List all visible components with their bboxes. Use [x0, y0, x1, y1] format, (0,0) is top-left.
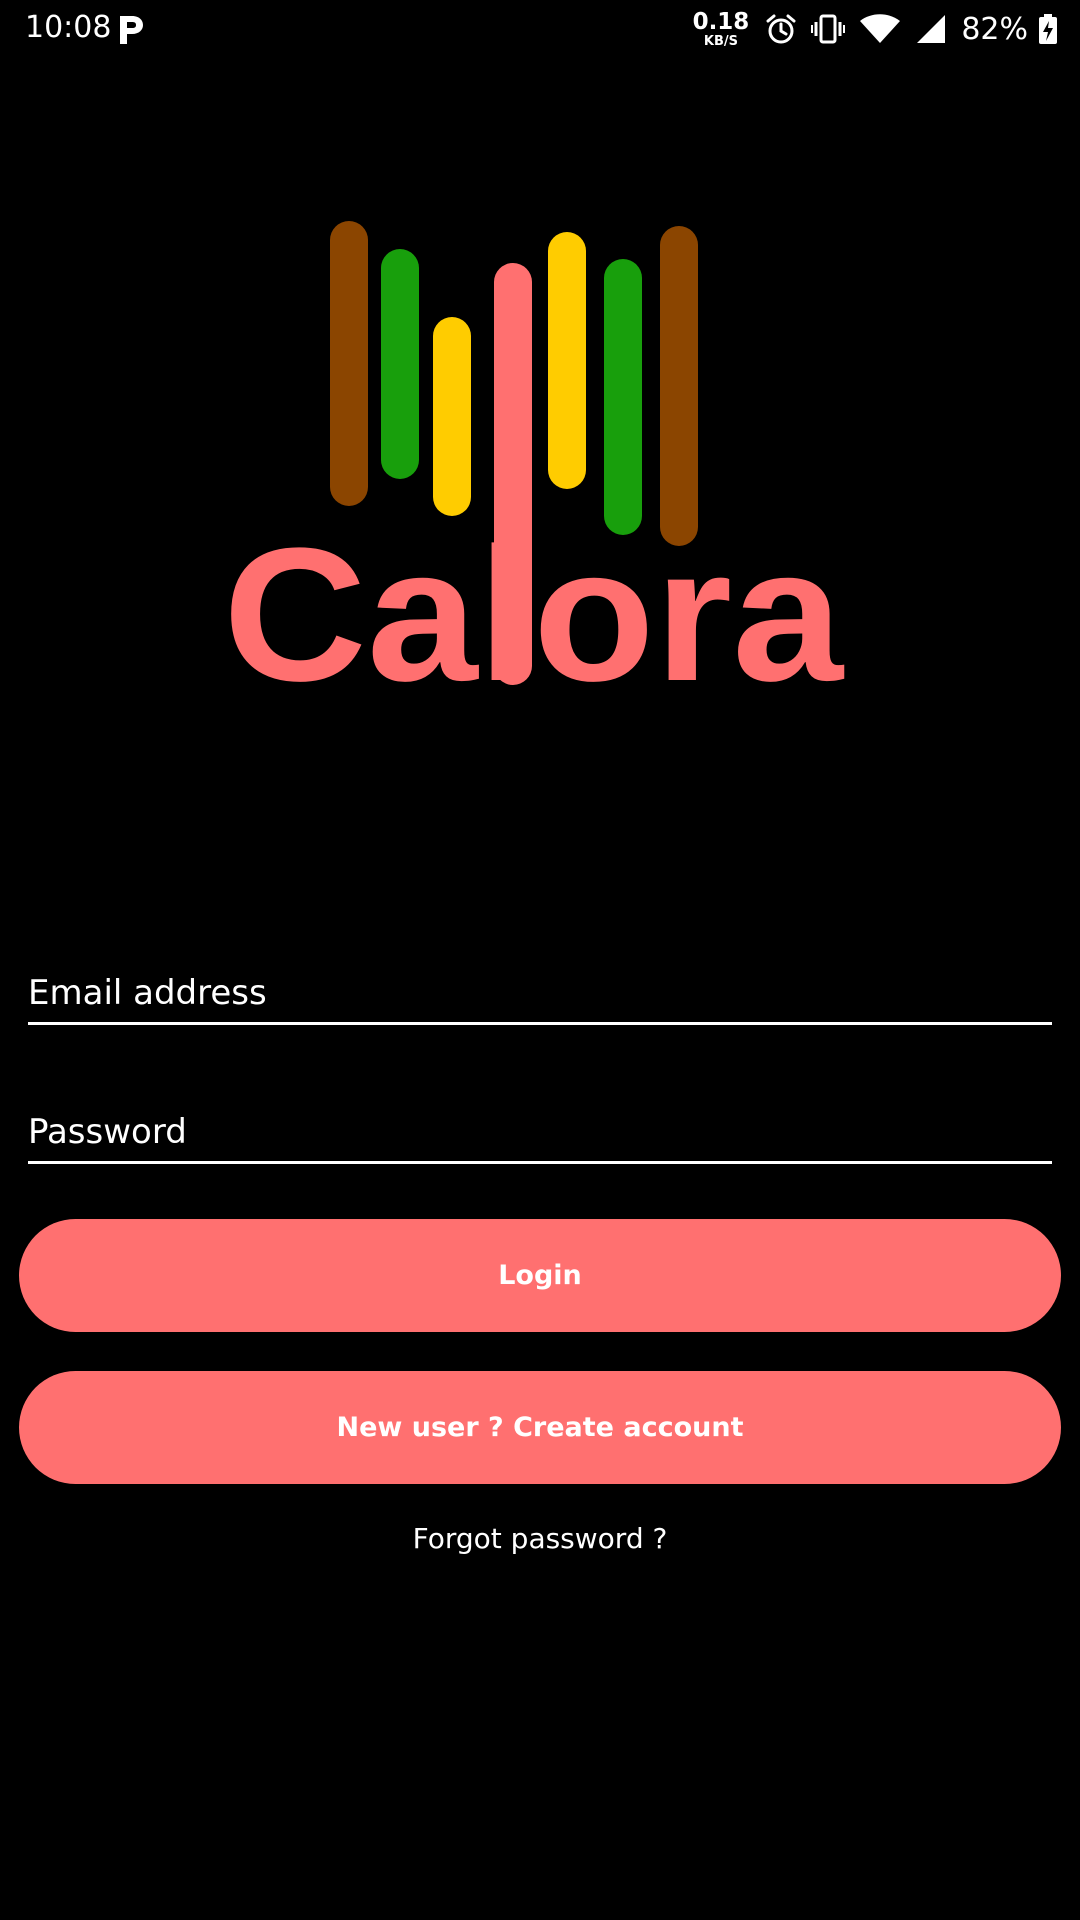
calora-logo: Calora — [223, 221, 844, 720]
email-field[interactable] — [28, 960, 1052, 1025]
login-button[interactable]: Login — [19, 1219, 1061, 1332]
logo-wordmark: Calora — [223, 509, 844, 720]
email-input[interactable] — [28, 960, 1052, 1022]
password-field[interactable] — [28, 1099, 1052, 1164]
forgot-password-link[interactable]: Forgot password ? — [0, 1522, 1080, 1555]
create-account-button[interactable]: New user ? Create account — [19, 1371, 1061, 1484]
password-input[interactable] — [28, 1099, 1052, 1161]
